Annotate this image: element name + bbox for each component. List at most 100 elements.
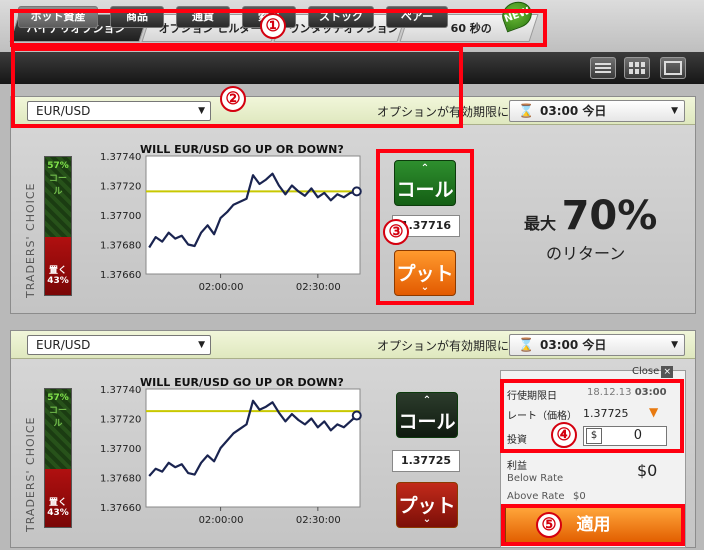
y-tick-label: 1.37740 <box>100 385 141 396</box>
asset-row: EUR/USD ▼ オプションが有効期限に ⌛ 03:00 今日 ▼ <box>11 331 695 359</box>
x-tick-label: 02:30:00 <box>296 282 341 293</box>
asset-select[interactable]: EUR/USD ▼ <box>27 101 211 121</box>
return-prefix: 最大 <box>524 214 557 233</box>
close-button[interactable]: Close × <box>632 366 674 378</box>
category-hot-assets[interactable]: ホット資産 <box>18 6 98 28</box>
call-share-text: コール <box>48 406 67 429</box>
y-tick-label: 1.37660 <box>100 503 141 514</box>
marker-4: ④ <box>551 422 577 448</box>
list-view-icon[interactable] <box>590 57 616 79</box>
currency-symbol: $ <box>586 428 602 444</box>
return-percent: 70% <box>561 193 658 239</box>
chevron-down-icon: ⌄ <box>422 514 432 525</box>
asset-select[interactable]: EUR/USD ▼ <box>27 335 211 355</box>
expiry-time: 03:00 <box>634 387 667 398</box>
category-currencies[interactable]: 通貨 <box>176 6 230 28</box>
put-share: 置く 43% <box>45 469 71 527</box>
price-chart-2: 1.37740 1.37720 1.37700 1.37680 1.37660 02:00… <box>100 385 362 526</box>
trading-page: バイナリオプション オプション ビルダー ワンタッチオプション 60 秒の NE… <box>0 0 704 550</box>
tab-label: 60 秒の <box>450 22 492 35</box>
profit-label: 利益 <box>507 461 527 472</box>
put-share-text: 置く <box>48 498 67 508</box>
call-share: 57% コール <box>45 157 71 237</box>
call-label: コール <box>396 179 454 201</box>
expiry-value: 03:00 今日 <box>540 338 607 352</box>
invest-input[interactable]: $ 0 <box>583 426 667 446</box>
expiry-value: 03:00 今日 <box>540 104 607 118</box>
chevron-down-icon: ▼ <box>671 340 678 350</box>
call-button[interactable]: ⌃ コール <box>396 392 458 438</box>
call-label: コール <box>398 411 456 433</box>
profit-value: $0 <box>637 461 658 480</box>
y-tick-label: 1.37740 <box>100 152 141 163</box>
y-tick-label: 1.37720 <box>100 182 141 193</box>
expiry-date: 18.12.13 <box>587 387 632 398</box>
expiry-select[interactable]: ⌛ 03:00 今日 ▼ <box>509 334 685 356</box>
y-tick-label: 1.37700 <box>100 444 141 455</box>
asset-value: EUR/USD <box>36 338 91 352</box>
marker-1: ① <box>260 13 286 39</box>
put-share: 置く 43% <box>45 237 71 295</box>
invest-label: 投資 <box>507 435 527 446</box>
apply-button[interactable]: 適用 <box>505 507 682 543</box>
chevron-down-icon: ▼ <box>671 106 678 116</box>
put-share-pct: 43% <box>47 276 69 286</box>
chevron-up-icon: ⌃ <box>422 395 432 406</box>
chevron-up-icon: ⌃ <box>420 163 430 174</box>
call-share-pct: 57% <box>47 161 69 171</box>
expiry-select[interactable]: ⌛ 03:00 今日 ▼ <box>509 100 685 122</box>
last-price-marker <box>351 186 362 197</box>
traders-choice-meter: 57% コール 置く 43% <box>44 388 72 528</box>
above-rate-label: Above Rate <box>507 491 565 502</box>
call-share-text: コール <box>48 174 67 197</box>
hourglass-icon: ⌛ <box>518 104 535 119</box>
close-label: Close <box>632 366 660 377</box>
expiry-date-value: 18.12.13 03:00 <box>587 387 667 398</box>
marker-3: ③ <box>383 219 409 245</box>
marker-5: ⑤ <box>536 512 562 538</box>
chevron-down-icon: ⌄ <box>420 282 430 293</box>
rate-label: レート（価格） <box>507 411 577 422</box>
category-stocks[interactable]: ストック <box>308 6 374 28</box>
put-share-text: 置く <box>48 266 67 276</box>
chevron-down-icon: ▼ <box>198 106 205 116</box>
y-tick-label: 1.37720 <box>100 415 141 426</box>
expiry-label: オプションが有効期限に <box>377 339 510 353</box>
x-tick-label: 02:30:00 <box>296 515 341 526</box>
x-tick-label: 02:00:00 <box>199 515 244 526</box>
category-commodities[interactable]: 商品 <box>110 6 164 28</box>
grid-view-icon[interactable] <box>624 57 650 79</box>
expiry-label: オプションが有効期限に <box>377 105 510 119</box>
below-rate-label: Below Rate <box>507 473 564 484</box>
single-view-icon[interactable] <box>660 57 686 79</box>
y-tick-label: 1.37680 <box>100 474 141 485</box>
above-rate-value: $0 <box>573 491 586 502</box>
price-chart-1: 1.37740 1.37720 1.37700 1.37680 1.37660 02:00… <box>100 152 362 293</box>
y-tick-label: 1.37660 <box>100 270 141 281</box>
current-price: 1.37725 <box>392 450 460 472</box>
category-pairs[interactable]: ペアー <box>386 6 448 28</box>
asset-value: EUR/USD <box>36 104 91 118</box>
invest-value: 0 <box>633 428 642 443</box>
traders-choice-label: TRADERS' CHOICE <box>24 416 37 533</box>
rate-down-icon: ▼ <box>649 405 659 419</box>
rate-value: 1.37725 <box>583 407 629 420</box>
marker-2: ② <box>220 86 246 112</box>
put-button[interactable]: プット ⌄ <box>394 250 456 296</box>
close-icon: × <box>661 366 674 378</box>
y-tick-label: 1.37680 <box>100 241 141 252</box>
call-share-pct: 57% <box>47 393 69 403</box>
x-tick-label: 02:00:00 <box>199 282 244 293</box>
last-price-marker <box>351 410 362 421</box>
return-suffix: のリターン <box>546 244 626 263</box>
traders-choice-label: TRADERS' CHOICE <box>24 182 37 299</box>
asset-row: EUR/USD ▼ オプションが有効期限に ⌛ 03:00 今日 ▼ <box>11 97 695 125</box>
traders-choice-meter: 57% コール 置く 43% <box>44 156 72 296</box>
chevron-down-icon: ▼ <box>198 340 205 350</box>
plot-area <box>145 155 361 275</box>
plot-area <box>145 388 361 508</box>
call-button[interactable]: ⌃ コール <box>394 160 456 206</box>
put-button[interactable]: プット ⌄ <box>396 482 458 528</box>
put-share-pct: 43% <box>47 508 69 518</box>
hourglass-icon: ⌛ <box>518 338 535 353</box>
